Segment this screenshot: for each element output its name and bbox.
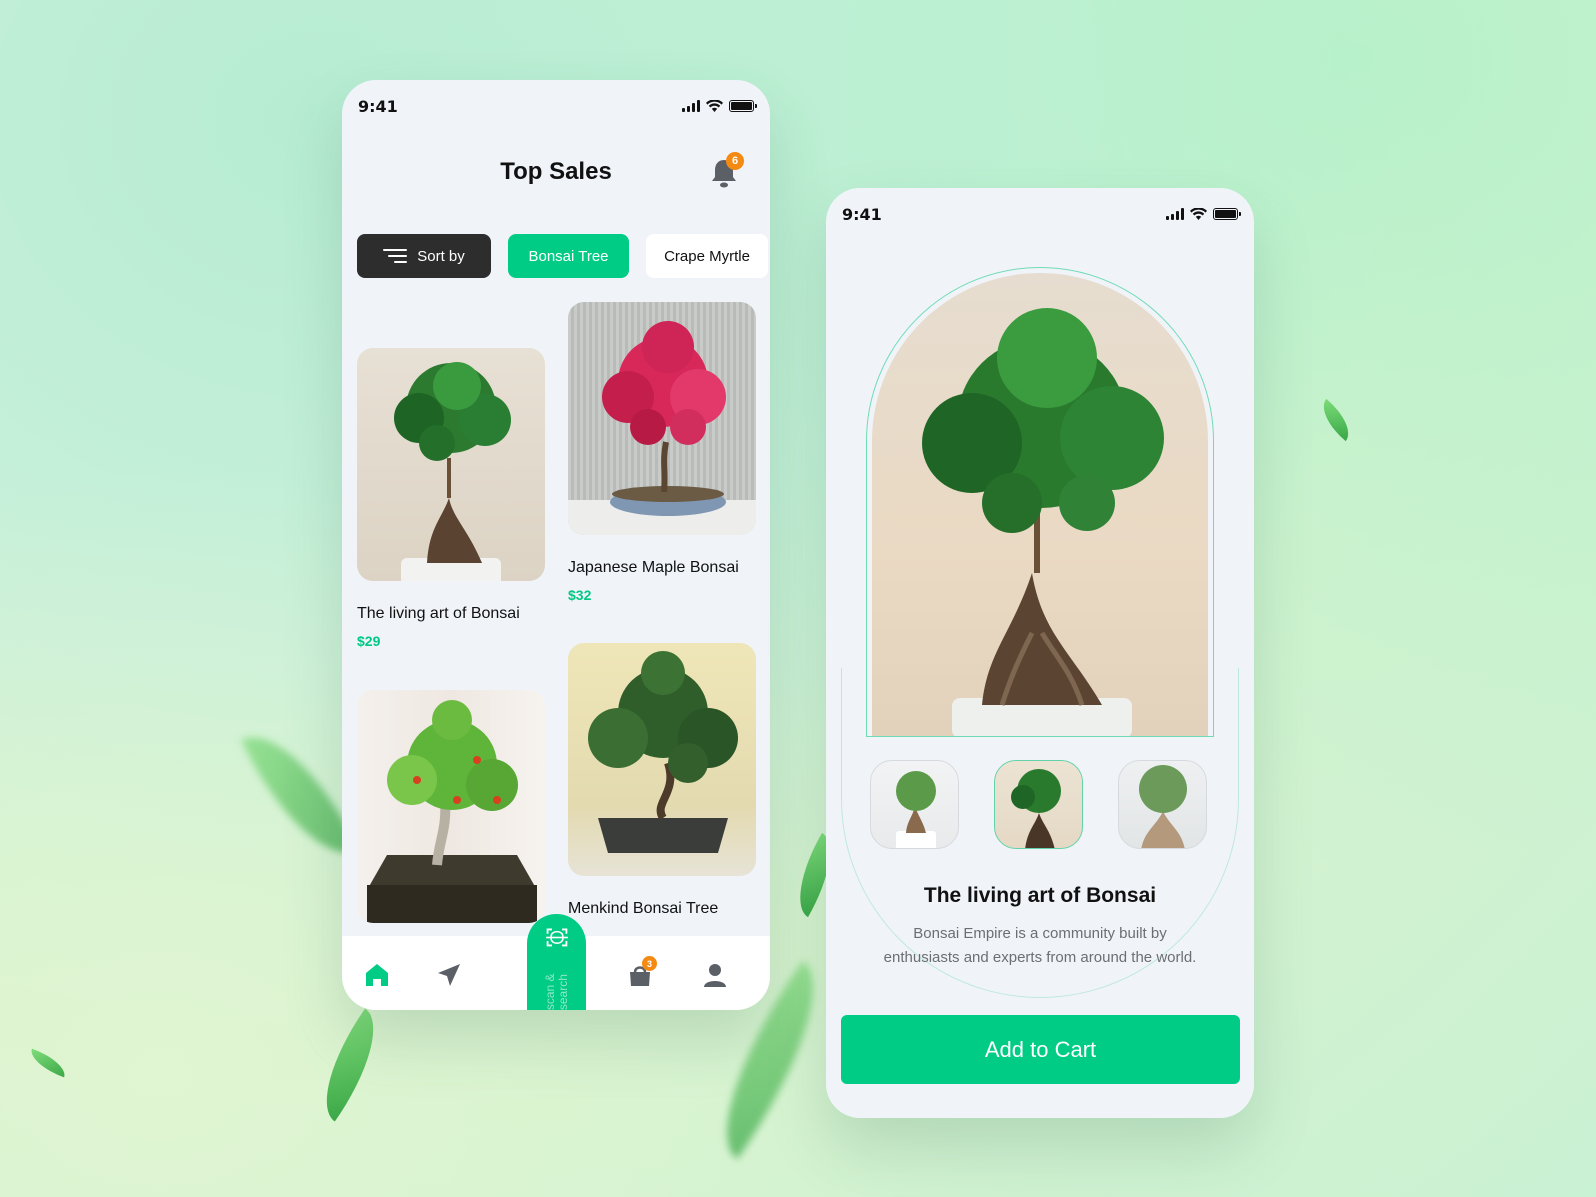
status-bar: 9:41 (826, 188, 1254, 240)
signal-icon (1166, 208, 1184, 220)
battery-icon (729, 100, 757, 112)
send-icon[interactable] (436, 962, 462, 988)
product-card[interactable]: Menkind Bonsai Tree (568, 643, 756, 918)
filter-chips: Sort by Bonsai Tree Crape Myrtle (357, 234, 768, 278)
status-bar: 9:41 (342, 80, 770, 132)
product-image (357, 690, 545, 923)
thumb-image (1139, 765, 1187, 848)
filter-chip-crape-myrtle[interactable]: Crape Myrtle (646, 234, 768, 278)
hero-image-frame (866, 267, 1214, 737)
product-list-screen: 9:41 Top Sales 6 Sort by Bonsai Tree Cra… (342, 80, 770, 1010)
sort-by-button[interactable]: Sort by (357, 234, 491, 278)
product-image (357, 348, 545, 581)
chip-label: Crape Myrtle (664, 247, 750, 265)
product-image (568, 302, 756, 535)
signal-icon (682, 100, 700, 112)
product-name: The living art of Bonsai (357, 605, 520, 622)
hero-image (872, 273, 1208, 736)
product-name: Menkind Bonsai Tree (568, 900, 719, 917)
page-title: Top Sales (500, 158, 612, 185)
product-description: Bonsai Empire is a community built by en… (883, 925, 1197, 966)
fruit-bonsai-illustration (367, 700, 537, 923)
product-title: The living art of Bonsai (923, 884, 1157, 907)
product-card[interactable]: The living art of Bonsai $29 (357, 348, 545, 649)
product-card[interactable]: Japanese Maple Bonsai $32 (568, 302, 756, 603)
product-detail-screen: 9:41 The living art of Bonsai Bonsai Emp… (826, 188, 1254, 1118)
bonsai-illustration (394, 362, 511, 581)
thumb-image (896, 771, 936, 848)
bonsai-hero-illustration (922, 308, 1164, 736)
battery-icon (1213, 208, 1241, 220)
product-price: $29 (357, 633, 381, 649)
product-image (568, 643, 756, 876)
notifications-button[interactable]: 6 (710, 152, 744, 188)
filter-chip-bonsai-tree[interactable]: Bonsai Tree (508, 234, 629, 278)
juniper-illustration (588, 651, 738, 853)
product-name: Japanese Maple Bonsai (568, 559, 739, 576)
scan-icon (545, 928, 568, 947)
status-time: 9:41 (842, 204, 882, 224)
home-icon[interactable] (364, 962, 390, 988)
add-to-cart-button[interactable]: Add to Cart (841, 1015, 1240, 1084)
wifi-icon (706, 100, 723, 112)
thumbnail[interactable] (1118, 760, 1207, 849)
maple-illustration (568, 321, 756, 535)
thumbnail-selected[interactable] (994, 760, 1083, 849)
thumbnail-gallery (870, 760, 1207, 849)
chip-label: Bonsai Tree (528, 247, 609, 265)
cart-badge: 3 (642, 956, 657, 971)
sort-by-label: Sort by (417, 247, 465, 265)
notification-badge: 6 (726, 152, 744, 170)
status-time: 9:41 (358, 96, 398, 116)
user-icon[interactable] (702, 962, 728, 988)
product-card[interactable] (357, 690, 545, 923)
wifi-icon (1190, 208, 1207, 220)
scan-search-button[interactable]: scan & search (527, 914, 586, 1010)
product-price: $32 (568, 587, 592, 603)
sort-icon (383, 249, 408, 263)
thumbnail[interactable] (870, 760, 959, 849)
thumb-image (1011, 769, 1061, 848)
scan-label: scan & search (542, 973, 570, 1010)
